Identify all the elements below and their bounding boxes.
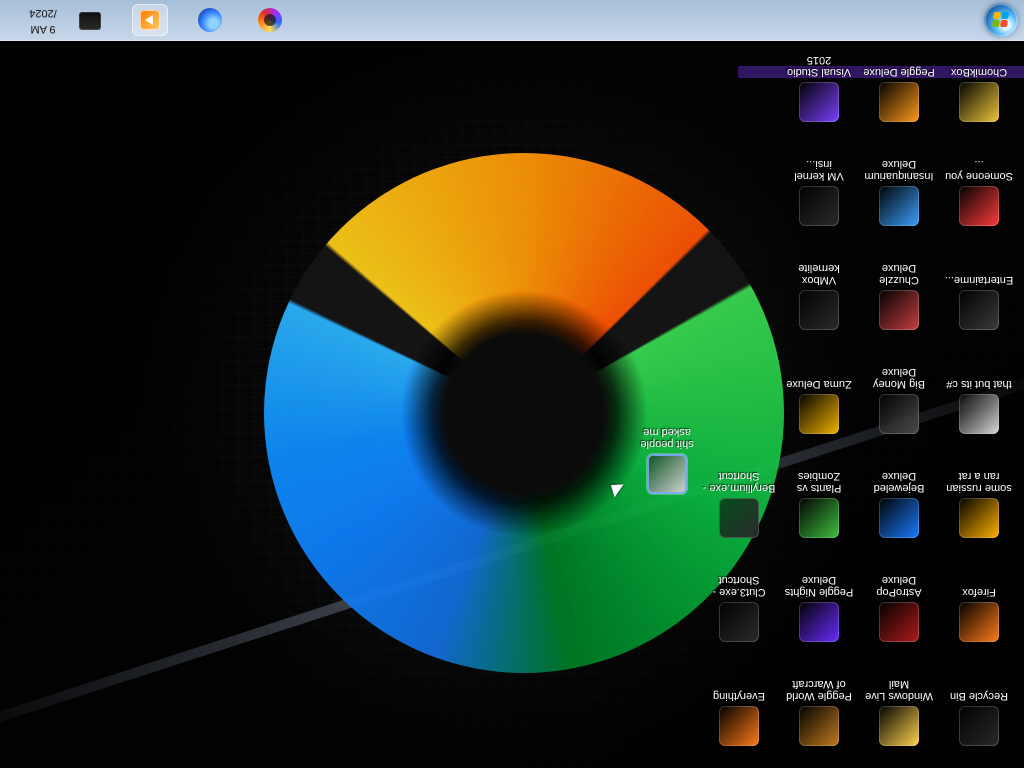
desktop-icon-label: Chuzzle Deluxe — [879, 262, 919, 286]
game-icon — [799, 394, 839, 434]
desktop-icon-label: Someone you ... — [945, 158, 1013, 182]
game-icon — [879, 82, 919, 122]
app-icon — [959, 498, 999, 538]
folder-icon — [959, 394, 999, 434]
desktop-icon-label: Windows Live Mail — [865, 678, 933, 702]
desktop-icon[interactable]: Plants vs Zombies — [782, 458, 856, 542]
desktop-icon-label: Big Money Deluxe — [873, 366, 925, 390]
desktop-icon[interactable]: VM kernel insi... — [782, 146, 856, 230]
desktop-icon-label: Entertainme... — [944, 274, 1014, 286]
desktop-icon[interactable]: Peggle Deluxe — [862, 42, 936, 126]
clock-date: /2024 — [29, 7, 57, 19]
firefox-icon — [959, 602, 999, 642]
desktop-icon[interactable]: Bejeweled Deluxe — [862, 458, 936, 542]
desktop-icon[interactable]: Zuma Deluxe — [782, 354, 856, 438]
desktop-icon[interactable]: Windows Live Mail — [862, 666, 936, 750]
windows-logo-icon — [992, 12, 1010, 27]
firefox-icon — [258, 8, 282, 32]
desktop-icon-label: Zuma Deluxe — [786, 378, 852, 390]
desktop-icon[interactable]: some russian ran a rat — [942, 458, 1016, 542]
desktop-icon[interactable]: Firefox — [942, 562, 1016, 646]
desktop-screen: Recycle Bin Firefox some russian ran a rat… — [0, 0, 1024, 768]
desktop-icon[interactable]: Peggle Nights Deluxe — [782, 562, 856, 646]
desktop-icon-label: Peggle World of Warcraft — [786, 678, 852, 702]
media-folder-icon — [959, 290, 999, 330]
taskbar-media-player-button[interactable] — [132, 4, 168, 36]
desktop-icon[interactable]: Entertainme... — [942, 250, 1016, 334]
app-icon — [959, 82, 999, 122]
desktop-icon-label: Insaniquarium Deluxe — [864, 158, 934, 182]
game-icon — [799, 602, 839, 642]
media-player-icon — [140, 10, 160, 30]
game-icon — [879, 602, 919, 642]
vm-icon — [799, 290, 839, 330]
desktop-icon-label: VMbox kernelite — [798, 262, 840, 286]
desktop-icon[interactable]: Everything — [702, 666, 776, 750]
desktop-icon-label: Plants vs Zombies — [796, 470, 842, 494]
game-icon — [879, 394, 919, 434]
desktop-icon[interactable]: Insaniquarium Deluxe — [862, 146, 936, 230]
taskbar-globe-button[interactable] — [192, 4, 228, 36]
desktop-icon[interactable]: Peggle World of Warcraft — [782, 666, 856, 750]
desktop-icon-label: Firefox — [962, 586, 996, 598]
mail-icon — [879, 706, 919, 746]
game-icon — [799, 706, 839, 746]
shortcut-icon — [719, 602, 759, 642]
desktop-icon[interactable]: Visual Studio 2015 — [782, 42, 856, 126]
game-icon — [879, 498, 919, 538]
desktop-icon[interactable]: shit people asked me — [630, 414, 704, 498]
desktop-icon[interactable]: Chuzzle Deluxe — [862, 250, 936, 334]
desktop-icon[interactable]: Recycle Bin — [942, 666, 1016, 750]
desktop-icon-label: Everything — [713, 690, 765, 702]
desktop-icon[interactable]: Big Money Deluxe — [862, 354, 936, 438]
desktop-icon-label: VM kernel insi... — [794, 158, 844, 182]
desktop-icon[interactable]: Beryllium.exe - Shortcut — [702, 458, 776, 542]
desktop-icon-label: Beryllium.exe - Shortcut — [702, 470, 776, 494]
desktop-icon-label: Bejeweled Deluxe — [873, 470, 925, 494]
desktop-icon-label: shit people asked me — [640, 426, 694, 450]
desktop-icon-label: Visual Studio 2015 — [787, 54, 852, 78]
game-icon — [879, 186, 919, 226]
game-icon — [799, 498, 839, 538]
desktop-icon-label: Clut3.exe - Shortcut — [712, 574, 766, 598]
taskbar-firefox-button[interactable] — [252, 4, 288, 36]
desktop-icon-label: Peggle Nights Deluxe — [784, 574, 854, 598]
vm-icon — [799, 186, 839, 226]
printer-icon — [79, 12, 101, 30]
desktop-icon[interactable]: ChomikBox — [942, 42, 1016, 126]
desktop-icon-label: some russian ran a rat — [946, 470, 1012, 494]
game-icon — [879, 290, 919, 330]
desktop-icon-label: AstroPop Deluxe — [876, 574, 922, 598]
desktop-icon[interactable]: Clut3.exe - Shortcut — [702, 562, 776, 646]
desktop-icon[interactable]: AstroPop Deluxe — [862, 562, 936, 646]
recycle-bin-icon — [959, 706, 999, 746]
start-button[interactable] — [984, 3, 1018, 37]
shortcut-icon — [719, 498, 759, 538]
desktop-icon[interactable]: that but its c# — [942, 354, 1016, 438]
desktop-icon-label: that but its c# — [946, 378, 1012, 390]
desktop-icon-label: Recycle Bin — [949, 690, 1009, 702]
desktop-icon-label: Peggle Deluxe — [863, 66, 935, 78]
app-icon — [719, 706, 759, 746]
taskbar: 9 AM /2024 — [0, 0, 1024, 41]
desktop-icon[interactable]: VMbox kernelite — [782, 250, 856, 334]
visual-studio-icon — [799, 82, 839, 122]
desktop-icon-label: ChomikBox — [950, 66, 1008, 78]
blue-globe-icon — [198, 8, 222, 32]
app-icon — [959, 186, 999, 226]
taskbar-clock[interactable]: 9 AM /2024 — [8, 3, 78, 37]
desktop-icon[interactable]: Someone you ... — [942, 146, 1016, 230]
file-icon — [647, 454, 687, 494]
clock-time: 9 AM — [30, 23, 56, 35]
